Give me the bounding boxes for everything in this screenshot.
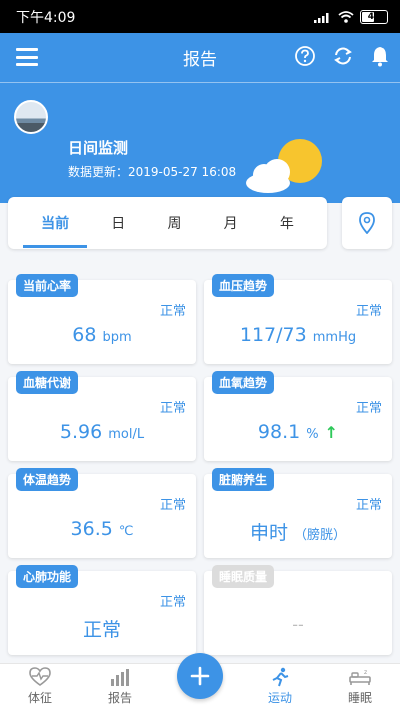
card-label: 血氧趋势 — [212, 371, 275, 394]
card-label: 血糖代谢 — [16, 371, 79, 394]
metric-value: 申时 （膀胱） — [204, 518, 392, 545]
menu-button[interactable] — [16, 48, 38, 66]
heartbeat-icon — [29, 667, 51, 686]
status-text: 正常 — [355, 401, 382, 416]
svg-text:z: z — [364, 669, 367, 676]
tab-year[interactable]: 年 — [270, 207, 304, 239]
metric-value: 117/73 mmHg — [204, 324, 392, 346]
card-label: 睡眠质量 — [212, 565, 275, 588]
running-icon — [272, 667, 289, 687]
organ-health-card[interactable]: 脏腑养生 正常 申时 （膀胱） — [204, 468, 392, 558]
card-label: 当前心率 — [16, 274, 79, 297]
trend-up-arrow-icon: ↑ — [324, 423, 339, 442]
card-label: 体温趋势 — [16, 468, 79, 491]
blood-oxygen-card[interactable]: 血氧趋势 正常 98.1 % ↑ — [204, 371, 392, 461]
status-text: 正常 — [159, 401, 186, 416]
location-pin-icon — [359, 212, 375, 234]
status-bar: 下午4:09 45 — [0, 0, 400, 33]
metric-value: -- — [204, 615, 392, 634]
help-icon[interactable] — [294, 45, 316, 67]
value-number: 68 — [72, 324, 97, 346]
weather-sunny-cloud-icon — [246, 139, 322, 193]
value-unit: mol/L — [108, 427, 145, 442]
nav-item-report[interactable]: 报告 — [80, 664, 160, 711]
value-number: 36.5 — [70, 518, 113, 540]
add-button[interactable] — [177, 653, 223, 699]
tab-week[interactable]: 周 — [157, 207, 191, 239]
value-number: 98.1 — [257, 421, 301, 443]
nav-label: 运动 — [267, 691, 292, 705]
battery-icon: 45 — [360, 9, 388, 24]
body-temperature-card[interactable]: 体温趋势 正常 36.5 ℃ — [8, 468, 196, 558]
value-number: -- — [292, 615, 304, 634]
status-text: 正常 — [355, 498, 382, 513]
blood-pressure-card[interactable]: 血压趋势 正常 117/73 mmHg — [204, 274, 392, 364]
status-text: 正常 — [355, 304, 382, 319]
status-time: 下午4:09 — [16, 9, 76, 26]
bell-icon[interactable] — [370, 45, 390, 67]
value-unit: bpm — [102, 330, 132, 345]
card-label: 心肺功能 — [16, 565, 79, 588]
header: 报告 日间监测 数据更新：2019-05-27 16:08 — [0, 33, 400, 203]
battery-level: 45 — [367, 11, 381, 22]
metric-value: 正常 — [8, 615, 196, 642]
value-number: 5.96 — [59, 421, 103, 443]
heart-rate-card[interactable]: 当前心率 正常 68 bpm — [8, 274, 196, 364]
status-text: 正常 — [159, 595, 186, 610]
sleep-quality-card[interactable]: 睡眠质量 -- — [204, 565, 392, 655]
value-unit: mmHg — [312, 330, 357, 345]
nav-label: 体征 — [27, 691, 52, 705]
card-label: 血压趋势 — [212, 274, 275, 297]
nav-label: 报告 — [107, 691, 132, 705]
monitor-title: 日间监测 — [68, 139, 129, 157]
metric-value: 68 bpm — [8, 324, 196, 346]
value-number: 申时 — [249, 522, 288, 544]
refresh-icon[interactable] — [332, 45, 354, 67]
app-bar: 报告 — [0, 33, 400, 83]
cardiopulmonary-card[interactable]: 心肺功能 正常 正常 — [8, 565, 196, 655]
value-number: 正常 — [82, 619, 121, 641]
status-text: 正常 — [159, 304, 186, 319]
metric-value: 5.96 mol/L — [8, 421, 196, 443]
blood-sugar-card[interactable]: 血糖代谢 正常 5.96 mol/L — [8, 371, 196, 461]
nav-item-vitals[interactable]: 体征 — [0, 664, 80, 711]
tab-month[interactable]: 月 — [214, 207, 248, 239]
tab-current[interactable]: 当前 — [23, 207, 88, 248]
status-icons: 45 — [314, 9, 388, 24]
value-unit: （膀胱） — [294, 528, 347, 543]
value-unit: % — [306, 427, 319, 442]
nav-item-sleep[interactable]: z 睡眠 — [320, 664, 400, 711]
bed-icon: z — [349, 669, 371, 685]
page-title: 报告 — [183, 50, 217, 70]
nav-label: 睡眠 — [347, 691, 372, 705]
tab-day[interactable]: 日 — [101, 207, 135, 239]
bar-chart-icon — [111, 669, 129, 686]
value-number: 117/73 — [239, 324, 307, 346]
data-update-time: 数据更新：2019-05-27 16:08 — [68, 165, 237, 179]
plus-icon — [190, 666, 210, 686]
value-unit: ℃ — [118, 524, 134, 539]
avatar[interactable] — [14, 100, 48, 134]
card-label: 脏腑养生 — [212, 468, 275, 491]
location-button[interactable] — [342, 197, 392, 249]
metric-value: 36.5 ℃ — [8, 518, 196, 540]
period-tabs: 当前 日 周 月 年 — [8, 197, 327, 249]
nav-item-exercise[interactable]: 运动 — [240, 664, 320, 711]
appbar-actions — [294, 45, 390, 67]
signal-icon — [314, 12, 329, 23]
status-text: 正常 — [159, 498, 186, 513]
metric-value: 98.1 % ↑ — [204, 421, 392, 443]
wifi-icon — [338, 10, 354, 23]
